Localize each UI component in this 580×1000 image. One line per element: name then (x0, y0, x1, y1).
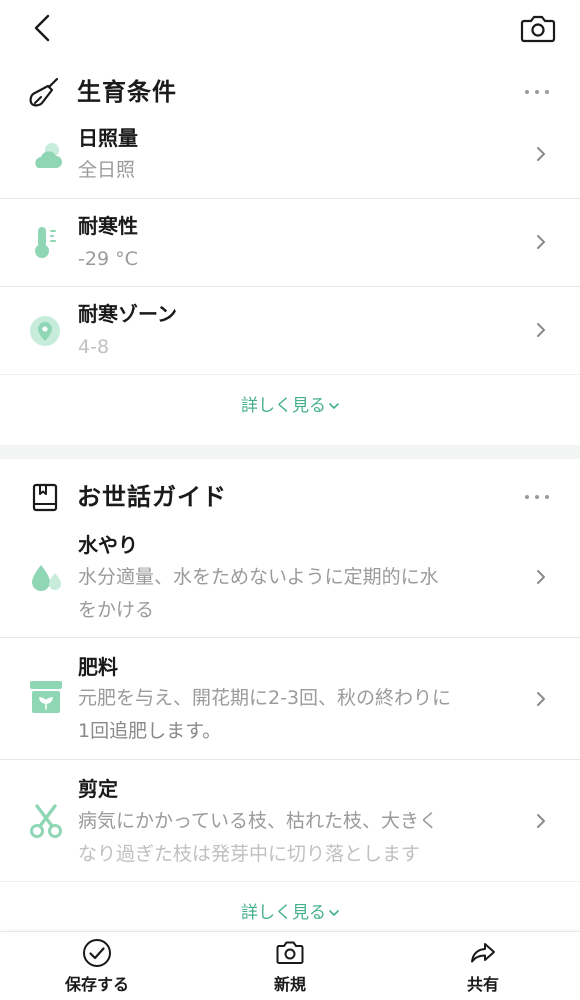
share-label: 共有 (466, 975, 499, 994)
chevron-right-icon (537, 692, 545, 706)
share-button[interactable]: 共有 (423, 938, 543, 1000)
row-value: 全日照 (78, 159, 136, 181)
water-drops-icon (28, 559, 64, 595)
chevron-right-icon (537, 323, 545, 337)
trowel-icon (28, 76, 62, 110)
new-label: 新規 (273, 975, 306, 994)
divider (0, 198, 580, 199)
chevron-right-icon (537, 235, 545, 249)
cloud-sun-icon (28, 138, 64, 174)
row-title: 剪定 (78, 777, 118, 801)
chevron-right-icon (537, 147, 545, 161)
section-header: 生育条件 (0, 60, 580, 126)
list-item-pruning[interactable]: 剪定 病気にかかっている枝、枯れた枝、大きく なり過ぎた枝は発芽中に切り落としま… (0, 771, 580, 881)
location-pin-icon (28, 314, 64, 350)
row-title: 耐寒性 (78, 214, 138, 238)
section-title: お世話ガイド (77, 483, 227, 511)
see-more-link[interactable]: 詳しく見る (0, 394, 580, 418)
thermometer-icon (28, 224, 64, 260)
list-item-sunlight[interactable]: 日照量 全日照 (0, 120, 580, 198)
row-description-line-2: 1回追肥します。 (78, 720, 222, 742)
row-title: 水やり (78, 533, 138, 557)
chevron-down-icon (329, 403, 339, 409)
row-value: 4-8 (78, 336, 110, 358)
divider (0, 374, 580, 375)
list-item-fertilizer[interactable]: 肥料 元肥を与え、開花期に2-3回、秋の終わりに 1回追肥します。 (0, 649, 580, 759)
row-title: 耐寒ゾーン (78, 302, 177, 326)
chevron-left-icon (34, 14, 50, 42)
book-icon (28, 481, 62, 515)
section-title: 生育条件 (77, 78, 177, 106)
share-icon (471, 943, 495, 963)
chevron-right-icon (537, 814, 545, 828)
chevron-right-icon (537, 570, 545, 584)
divider (0, 286, 580, 287)
camera-button[interactable] (520, 12, 556, 44)
save-button[interactable]: 保存する (37, 938, 157, 1000)
row-description-line-1: 元肥を与え、開花期に2-3回、秋の終わりに (78, 687, 452, 709)
bottom-action-bar: 保存する 新規 共有 (0, 931, 580, 1000)
back-button[interactable] (28, 12, 60, 44)
care-guide-section: お世話ガイド 水やり 水分適量、水をためないように定期的に水 をかける 肥料 元… (0, 459, 580, 931)
top-bar (0, 0, 580, 60)
section-header: お世話ガイド (0, 459, 580, 525)
section-divider (0, 445, 580, 459)
chevron-down-icon (329, 910, 339, 916)
divider (0, 637, 580, 638)
divider (0, 881, 580, 882)
see-more-link[interactable]: 詳しく見る (0, 901, 580, 925)
camera-icon (520, 15, 556, 43)
new-button[interactable]: 新規 (230, 938, 350, 1000)
growth-conditions-section: 生育条件 日照量 全日照 耐寒性 -29 °C 耐寒ゾーン 4-8 詳しく見る (0, 60, 580, 445)
row-value: -29 °C (78, 248, 138, 270)
see-more-label: 詳しく見る (241, 396, 326, 416)
camera-icon (276, 941, 304, 964)
scissors-icon (28, 803, 64, 839)
list-item-watering[interactable]: 水やり 水分適量、水をためないように定期的に水 をかける (0, 527, 580, 637)
row-description-line-2: なり過ぎた枝は発芽中に切り落とします (78, 843, 421, 865)
list-item-cold-hardiness[interactable]: 耐寒性 -29 °C (0, 208, 580, 286)
row-title: 日照量 (78, 126, 138, 150)
more-options-button[interactable] (520, 483, 554, 511)
save-label: 保存する (64, 975, 129, 994)
fertilizer-icon (28, 679, 64, 715)
row-description-line-1: 病気にかかっている枝、枯れた枝、大きく (78, 810, 439, 832)
see-more-label: 詳しく見る (241, 903, 326, 923)
row-description-line-2: をかける (78, 599, 155, 621)
row-description-line-1: 水分適量、水をためないように定期的に水 (78, 566, 439, 588)
list-item-hardiness-zone[interactable]: 耐寒ゾーン 4-8 (0, 296, 580, 374)
row-title: 肥料 (78, 655, 118, 679)
check-circle-icon (83, 939, 111, 967)
divider (0, 759, 580, 760)
more-options-button[interactable] (520, 78, 554, 106)
